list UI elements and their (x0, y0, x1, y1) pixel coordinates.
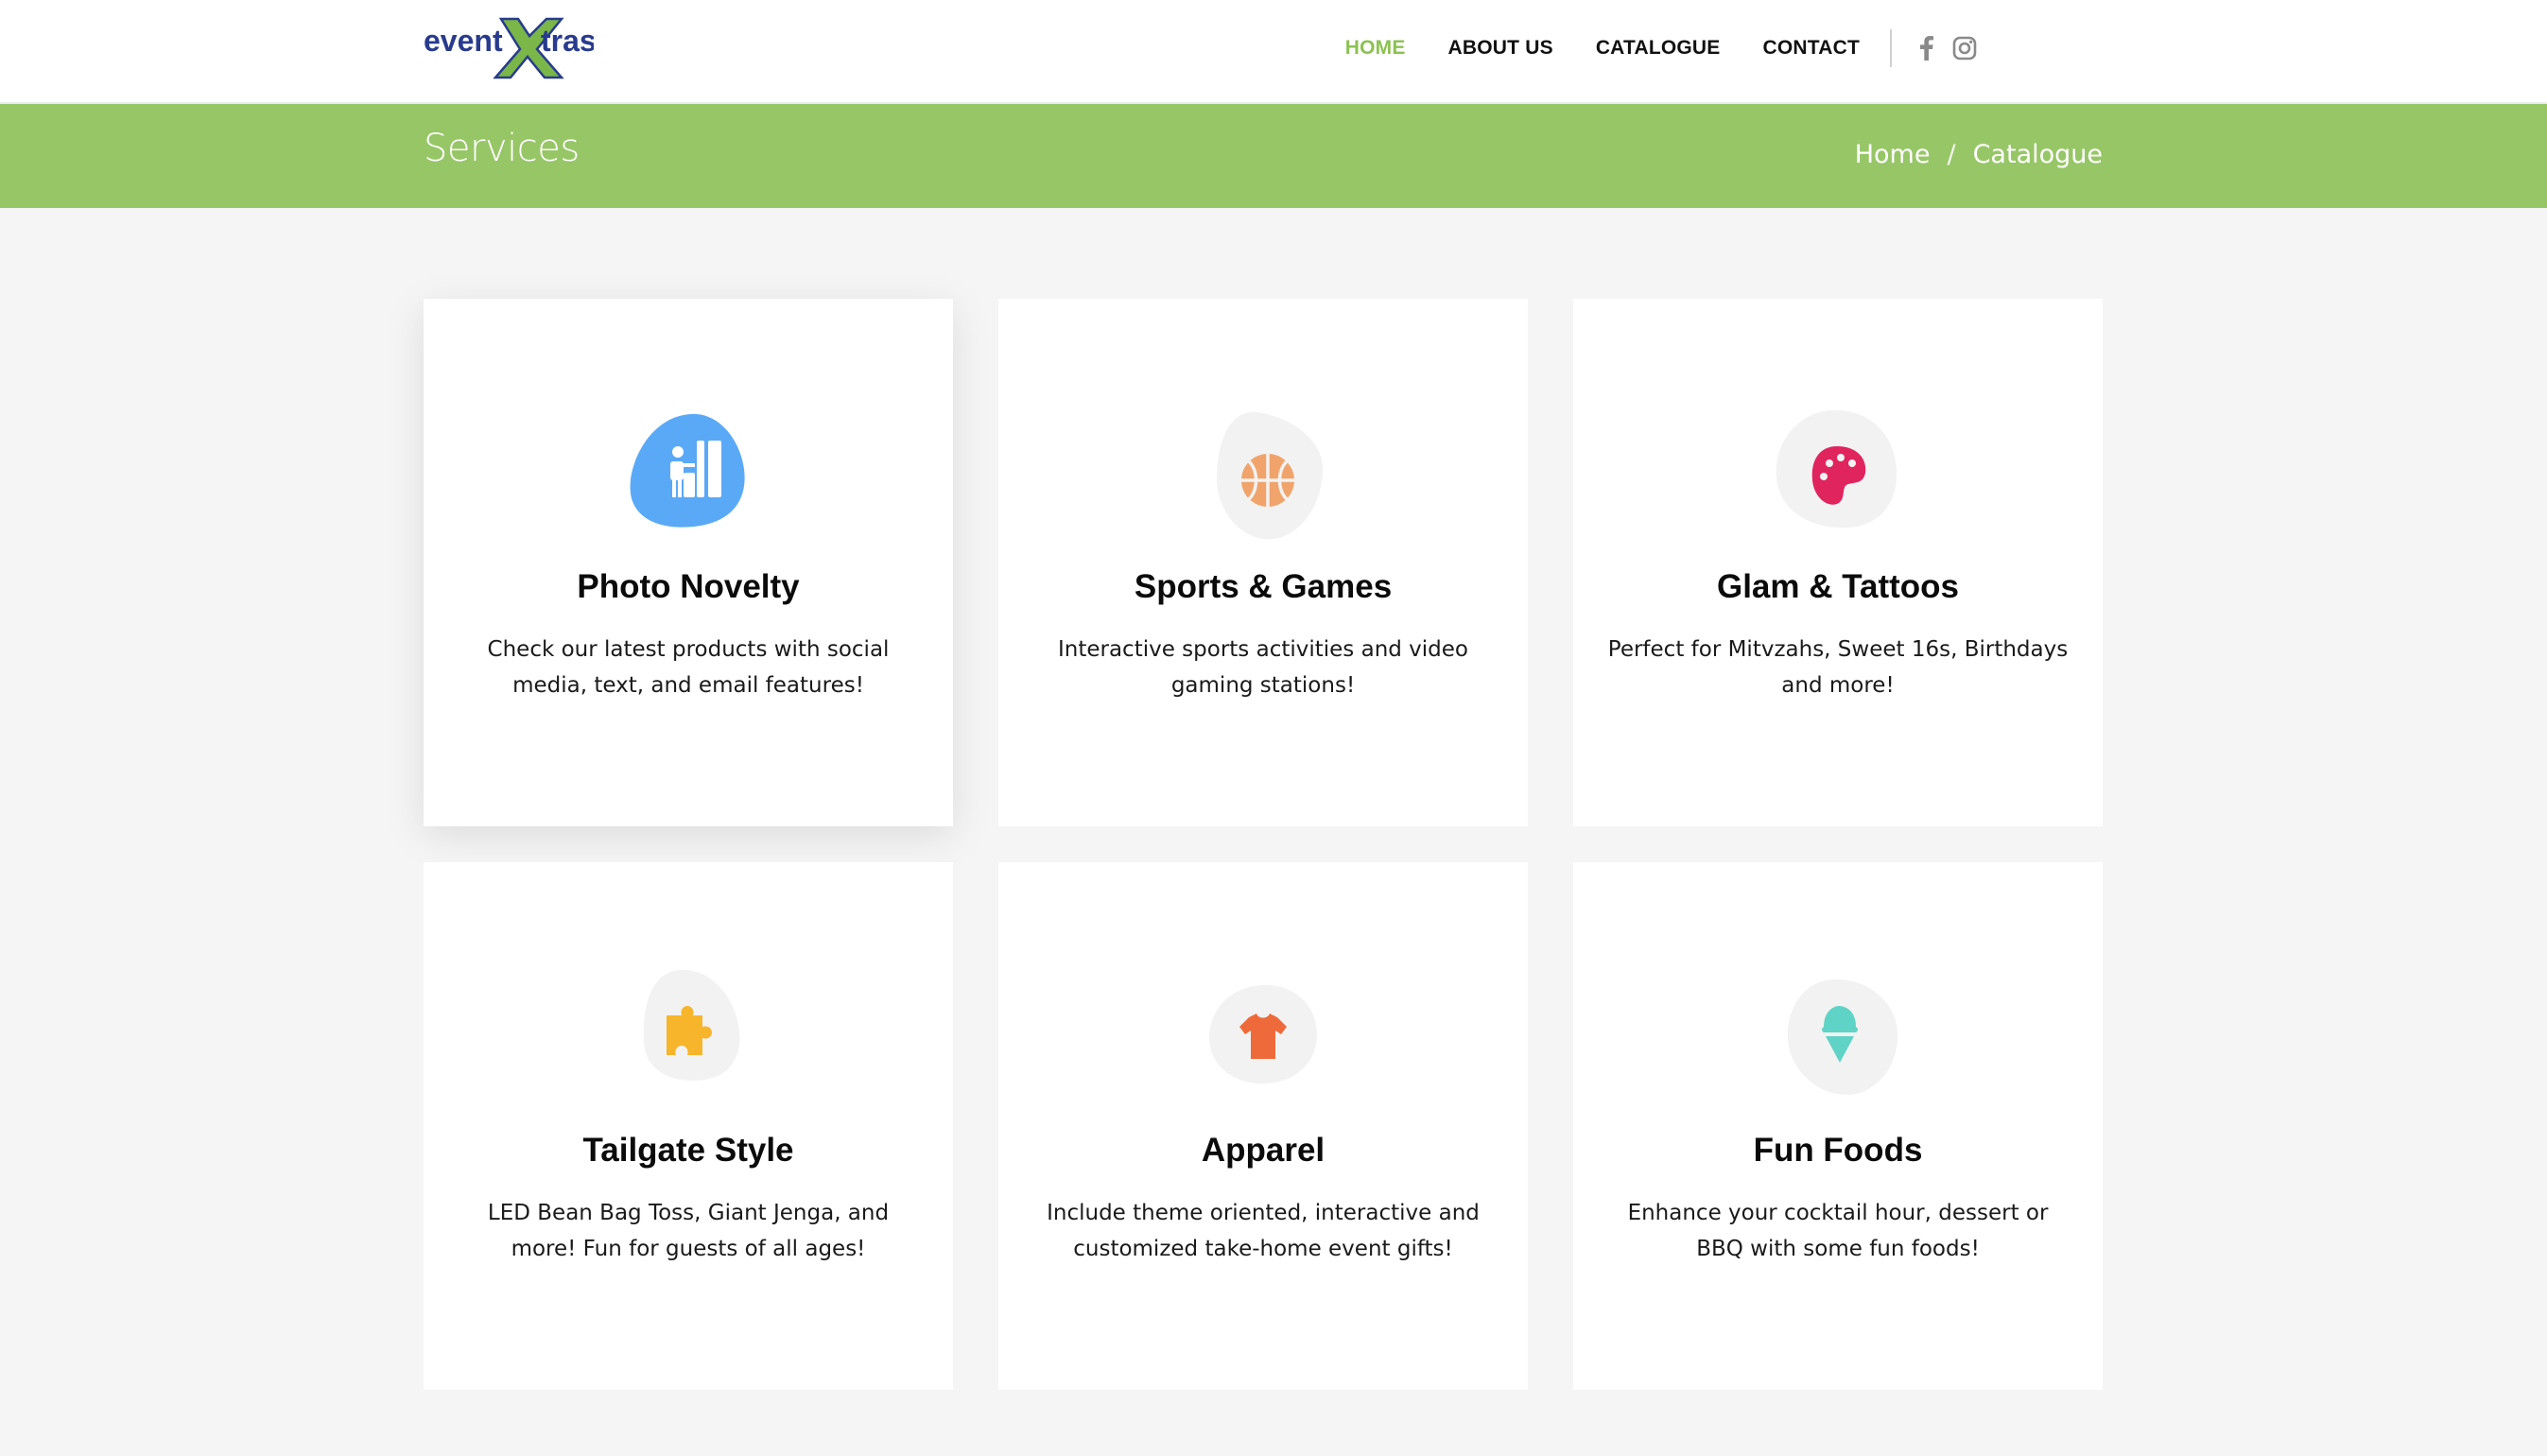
card-description: Enhance your cocktail hour, dessert or B… (1627, 1201, 2049, 1261)
icon-blob (617, 401, 759, 543)
nav-home[interactable]: HOME (1345, 37, 1406, 60)
card-title: Sports & Games (1134, 568, 1393, 605)
svg-text:tras: tras (541, 24, 594, 58)
service-card-fun-foods[interactable]: Fun Foods Enhance your cocktail hour, de… (1573, 862, 2103, 1390)
icon-blob (1192, 964, 1334, 1106)
main-nav: HOME ABOUT US CATALOGUE CONTACT (1345, 0, 1977, 96)
page-title: Services (424, 127, 580, 170)
service-card-tailgate-style[interactable]: Tailgate Style LED Bean Bag Toss, Giant … (424, 862, 953, 1390)
instagram-icon[interactable] (1952, 36, 1977, 61)
nav-divider (1890, 29, 1892, 67)
svg-text:event: event (424, 24, 503, 58)
card-title: Apparel (1201, 1132, 1325, 1169)
service-card-apparel[interactable]: Apparel Include theme oriented, interact… (998, 862, 1528, 1390)
card-description: Check our latest products with social me… (487, 637, 890, 698)
social-links (1920, 36, 1977, 61)
icon-blob (1767, 401, 1909, 543)
icon-blob (1192, 401, 1334, 543)
card-title: Fun Foods (1753, 1132, 1923, 1169)
card-description: Include theme oriented, interactive and … (1047, 1201, 1480, 1261)
breadcrumb: Home / Catalogue (1855, 140, 2103, 169)
card-title: Tailgate Style (582, 1132, 794, 1169)
card-description: Perfect for Mitvzahs, Sweet 16s, Birthda… (1607, 637, 2069, 698)
page-title-bar: Services Home / Catalogue (0, 104, 2547, 208)
card-description: Interactive sports activities and video … (1057, 637, 1469, 698)
breadcrumb-current: Catalogue (1972, 140, 2103, 169)
service-card-sports-games[interactable]: Sports & Games Interactive sports activi… (998, 299, 1528, 826)
breadcrumb-home[interactable]: Home (1855, 140, 1931, 169)
breadcrumb-separator: / (1947, 140, 1956, 169)
service-card-photo-novelty[interactable]: Photo Novelty Check our latest products … (424, 299, 953, 826)
icon-blob (1767, 964, 1909, 1106)
basketball-icon (1241, 454, 1294, 507)
card-title: Glam & Tattoos (1716, 568, 1960, 605)
brand-logo[interactable]: event tras (424, 15, 594, 81)
facebook-icon[interactable] (1920, 36, 1933, 61)
card-description: LED Bean Bag Toss, Giant Jenga, and more… (487, 1201, 890, 1261)
card-title: Photo Novelty (577, 568, 800, 605)
nav-about-us[interactable]: ABOUT US (1448, 37, 1553, 60)
service-card-glam-tattoos[interactable]: Glam & Tattoos Perfect for Mitvzahs, Swe… (1573, 299, 2103, 826)
nav-contact[interactable]: CONTACT (1763, 37, 1861, 60)
nav-catalogue[interactable]: CATALOGUE (1596, 37, 1721, 60)
site-header: event tras HOME ABOUT US CATALOGUE CONTA… (0, 0, 2547, 104)
icon-blob (617, 964, 759, 1106)
